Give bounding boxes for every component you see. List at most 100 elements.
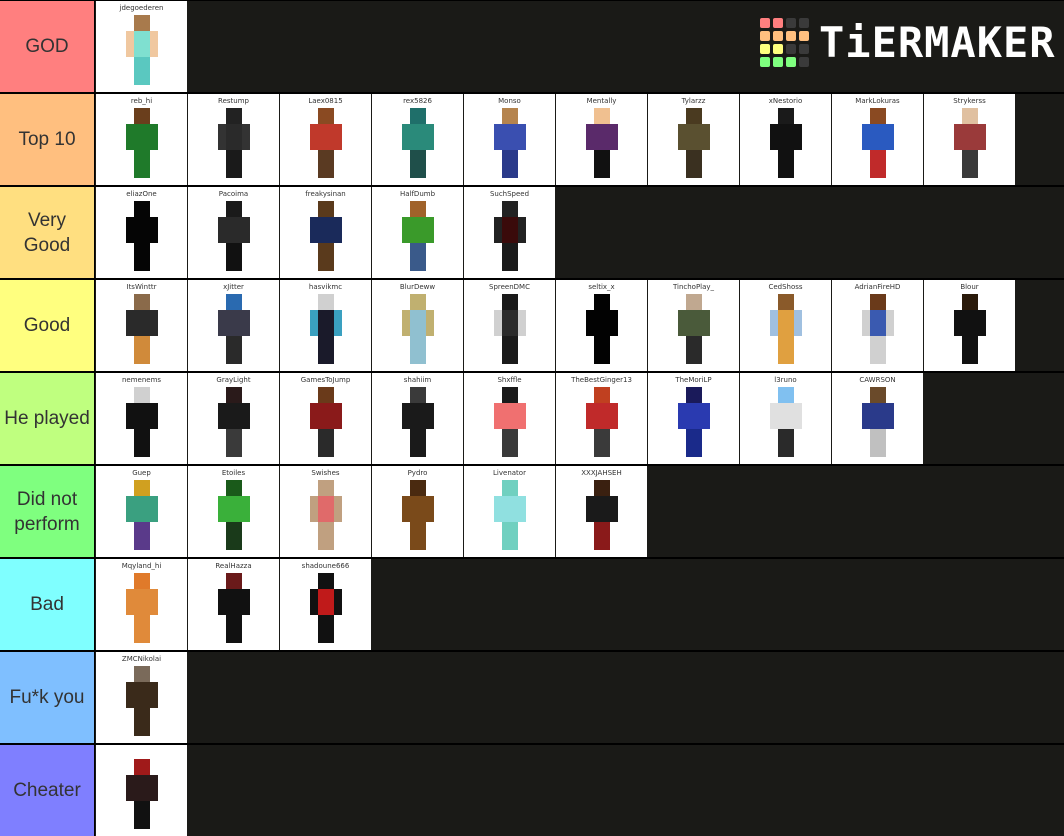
player-card[interactable]: Blour	[924, 280, 1015, 371]
skin-body	[501, 310, 518, 336]
skin-body	[133, 310, 150, 336]
tier-label[interactable]: Top 10	[0, 94, 95, 185]
logo-grid-cell	[760, 18, 770, 28]
player-card[interactable]: AdrianFireHD	[832, 280, 923, 371]
player-card[interactable]	[96, 745, 187, 836]
player-card[interactable]: reb_hi	[96, 94, 187, 185]
tier-items-dropzone[interactable]: nemenems GrayLight GamesToJump shahiim Shxff…	[95, 373, 1064, 464]
player-card[interactable]: Mqyland_hi	[96, 559, 187, 650]
player-card[interactable]: ZMCNikolai	[96, 652, 187, 743]
player-card[interactable]: GrayLight	[188, 373, 279, 464]
skin-head	[409, 201, 426, 217]
tier-label[interactable]: Very Good	[0, 187, 95, 278]
player-card[interactable]: MarkLokuras	[832, 94, 923, 185]
player-card[interactable]: hasvikmc	[280, 280, 371, 371]
player-card[interactable]: RealHazza	[188, 559, 279, 650]
skin-leg-l	[409, 243, 418, 271]
tier-items-dropzone[interactable]: ZMCNikolai	[95, 652, 1064, 743]
player-card[interactable]: Livenator	[464, 466, 555, 557]
minecraft-skin-icon	[585, 108, 618, 184]
minecraft-skin-icon	[309, 294, 342, 370]
minecraft-skin-icon	[217, 294, 250, 370]
player-card[interactable]: Swishes	[280, 466, 371, 557]
skin-body	[133, 217, 150, 243]
player-card[interactable]: XXXJAHSEH	[556, 466, 647, 557]
skin-body	[225, 589, 242, 615]
player-card[interactable]: Monso	[464, 94, 555, 185]
player-card[interactable]: TheMoriLP	[648, 373, 739, 464]
minecraft-skin-icon	[861, 387, 894, 463]
skin-arm-l	[217, 124, 226, 150]
skin-arm-l	[309, 403, 318, 429]
skin-arm-l	[677, 310, 686, 336]
player-card[interactable]: rex5826	[372, 94, 463, 185]
skin-leg-r	[233, 150, 242, 178]
minecraft-skin-icon	[677, 387, 710, 463]
skin-leg-r	[141, 57, 150, 85]
skin-arm-l	[953, 124, 962, 150]
player-name: TinchoPlay_	[672, 283, 715, 291]
player-card[interactable]: Shxffle	[464, 373, 555, 464]
player-card[interactable]: Pacoima	[188, 187, 279, 278]
skin-leg-l	[317, 336, 326, 364]
player-card[interactable]: Tylarzz	[648, 94, 739, 185]
skin-arm-l	[309, 589, 318, 615]
skin-leg-r	[509, 429, 518, 457]
player-card[interactable]: Restump	[188, 94, 279, 185]
player-card[interactable]: SuchSpeed	[464, 187, 555, 278]
tier-label[interactable]: Fu*k you	[0, 652, 95, 743]
player-card[interactable]: l3runo	[740, 373, 831, 464]
player-card[interactable]: shahiim	[372, 373, 463, 464]
skin-head	[409, 387, 426, 403]
player-card[interactable]: eliazOne	[96, 187, 187, 278]
player-card[interactable]: CAWRSON	[832, 373, 923, 464]
player-card[interactable]: BlurDeww	[372, 280, 463, 371]
player-card[interactable]: Strykerss	[924, 94, 1015, 185]
tier-items-dropzone[interactable]	[95, 745, 1064, 836]
tier-items-dropzone[interactable]: ItsWinttr xJitter hasvikmc BlurDeww SpreenDM…	[95, 280, 1064, 371]
skin-body	[777, 403, 794, 429]
player-card[interactable]: seltix_x	[556, 280, 647, 371]
tier-items-dropzone[interactable]: reb_hi Restump Laex0815 rex5826 Monso Mentall…	[95, 94, 1064, 185]
minecraft-skin-icon	[125, 666, 158, 742]
player-card[interactable]: HalfDumb	[372, 187, 463, 278]
tier-label[interactable]: Bad	[0, 559, 95, 650]
player-card[interactable]: Guep	[96, 466, 187, 557]
tier-items-dropzone[interactable]: eliazOne Pacoima freakysinan HalfDumb SuchSp…	[95, 187, 1064, 278]
tier-items-dropzone[interactable]: Guep Etoiles Swishes Pydro Livenator XXXJAHSE…	[95, 466, 1064, 557]
skin-leg-r	[509, 336, 518, 364]
minecraft-skin-icon	[217, 108, 250, 184]
tier-label[interactable]: Good	[0, 280, 95, 371]
skin-leg-l	[317, 615, 326, 643]
skin-leg-r	[877, 336, 886, 364]
skin-head	[133, 201, 150, 217]
player-card[interactable]: shadoune666	[280, 559, 371, 650]
player-card[interactable]: nemenems	[96, 373, 187, 464]
tier-label[interactable]: Cheater	[0, 745, 95, 836]
tier-label[interactable]: Did not perform	[0, 466, 95, 557]
skin-leg-r	[417, 336, 426, 364]
tier-label[interactable]: He played	[0, 373, 95, 464]
player-card[interactable]: Pydro	[372, 466, 463, 557]
skin-arm-r	[149, 682, 158, 708]
player-card[interactable]: xNestorio	[740, 94, 831, 185]
player-card[interactable]: Mentally	[556, 94, 647, 185]
player-card[interactable]: freakysinan	[280, 187, 371, 278]
player-name: GamesToJump	[300, 376, 351, 384]
tier-label[interactable]: GOD	[0, 1, 95, 92]
player-card[interactable]: xJitter	[188, 280, 279, 371]
skin-leg-l	[685, 429, 694, 457]
skin-leg-l	[777, 150, 786, 178]
player-card[interactable]: Laex0815	[280, 94, 371, 185]
player-card[interactable]: TheBestGinger13	[556, 373, 647, 464]
player-card[interactable]: GamesToJump	[280, 373, 371, 464]
player-card[interactable]: ItsWinttr	[96, 280, 187, 371]
tier-items-dropzone[interactable]: Mqyland_hi RealHazza shadoune666	[95, 559, 1064, 650]
player-card[interactable]: TinchoPlay_	[648, 280, 739, 371]
player-name: Swishes	[311, 469, 340, 477]
skin-arm-l	[217, 217, 226, 243]
player-card[interactable]: CedShoss	[740, 280, 831, 371]
player-card[interactable]: Etoiles	[188, 466, 279, 557]
player-card[interactable]: jdegoederen	[96, 1, 187, 92]
player-card[interactable]: SpreenDMC	[464, 280, 555, 371]
